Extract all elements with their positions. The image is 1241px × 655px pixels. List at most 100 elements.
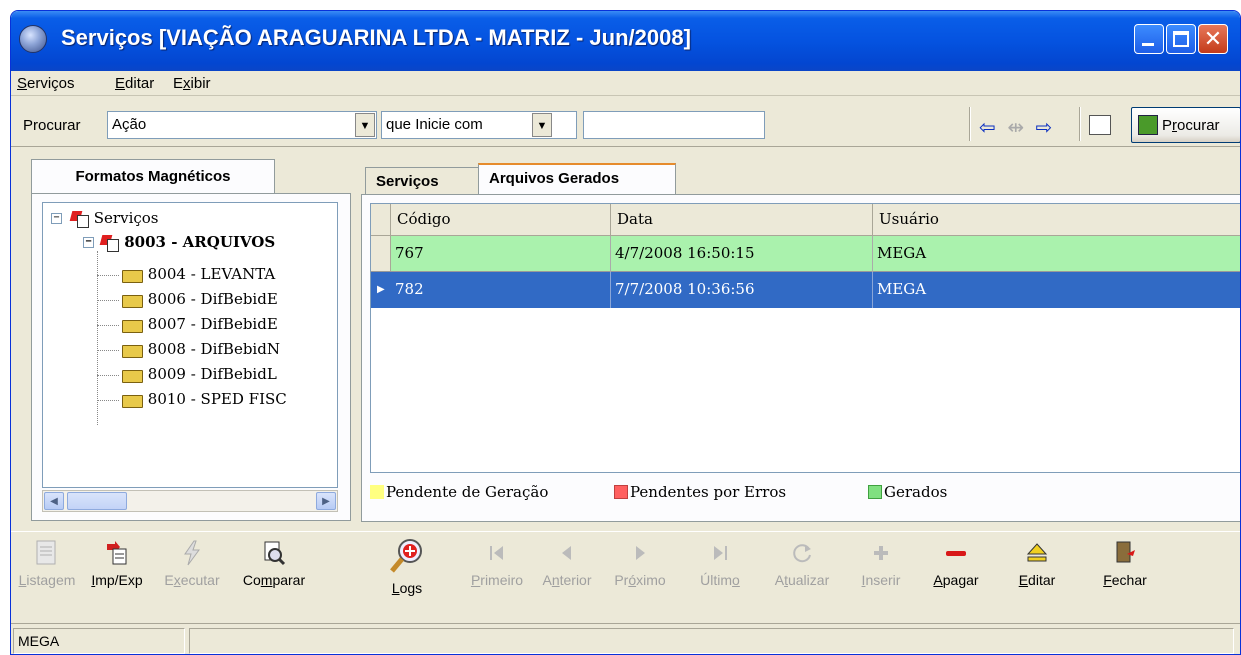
tree-node-root[interactable]: − Serviços bbox=[51, 207, 159, 231]
row-pointer-icon: ▶ bbox=[377, 284, 385, 295]
lightning-icon bbox=[180, 540, 204, 566]
column-header-data[interactable]: Data bbox=[611, 204, 873, 236]
legend-swatch bbox=[614, 485, 628, 499]
listagem-button[interactable]: Listagem bbox=[17, 540, 77, 588]
search-label: Procurar bbox=[23, 117, 81, 134]
atualizar-button[interactable]: Atualizar bbox=[763, 540, 841, 588]
apagar-button[interactable]: Apagar bbox=[923, 540, 989, 588]
main-window: Serviços [VIAÇÃO ARAGUARINA LTDA - MATRI… bbox=[10, 10, 1241, 655]
folder-icon bbox=[121, 268, 143, 283]
tab-formatos-magneticos[interactable]: Formatos Magnéticos bbox=[31, 159, 275, 193]
files-grid: Código Data Usuário 767 4/7/2008 16:50:1… bbox=[370, 203, 1240, 473]
tree-leaf[interactable]: 8008 - DifBebidN bbox=[121, 338, 280, 362]
folder-icon bbox=[121, 318, 143, 333]
left-panel: Formatos Magnéticos − Serviços − 8003 - … bbox=[27, 159, 357, 524]
next-icon bbox=[628, 540, 652, 566]
chevron-down-icon[interactable]: ▼ bbox=[532, 113, 552, 137]
magnifier-plus-icon bbox=[388, 538, 426, 574]
status-panel bbox=[189, 628, 1234, 654]
search-field-select[interactable]: Ação ▼ bbox=[107, 111, 377, 139]
tab-content: Código Data Usuário 767 4/7/2008 16:50:1… bbox=[361, 194, 1240, 522]
first-icon bbox=[485, 540, 509, 566]
refresh-icon bbox=[790, 540, 814, 566]
scrollbar-thumb[interactable] bbox=[67, 492, 127, 510]
grid-header: Código Data Usuário bbox=[371, 204, 1240, 236]
legend-swatch bbox=[370, 485, 384, 499]
tree-leaf[interactable]: 8010 - SPED FISC bbox=[121, 388, 287, 412]
minimize-button[interactable] bbox=[1134, 24, 1164, 54]
legend-gerados: Gerados bbox=[868, 483, 947, 513]
column-header-usuario[interactable]: Usuário bbox=[873, 204, 1240, 236]
folder-icon bbox=[121, 393, 143, 408]
status-user: MEGA bbox=[13, 628, 185, 654]
search-input[interactable] bbox=[583, 111, 765, 139]
app-icon[interactable] bbox=[19, 25, 47, 53]
menu-exibir[interactable]: Exibir bbox=[173, 75, 211, 92]
comparar-button[interactable]: Comparar bbox=[233, 540, 315, 588]
scroll-right-icon[interactable]: ▶ bbox=[316, 492, 336, 510]
title-bar[interactable]: Serviços [VIAÇÃO ARAGUARINA LTDA - MATRI… bbox=[11, 11, 1240, 71]
chevron-down-icon[interactable]: ▼ bbox=[355, 113, 375, 137]
cell-codigo: 767 bbox=[391, 236, 611, 272]
scroll-left-icon[interactable]: ◀ bbox=[44, 492, 64, 510]
menu-servicos[interactable]: Serviços bbox=[17, 75, 75, 92]
form-edit-icon[interactable] bbox=[1089, 115, 1111, 135]
arrow-left-icon[interactable]: ⇦ bbox=[979, 117, 996, 139]
import-export-icon bbox=[71, 211, 89, 228]
table-row[interactable]: 767 4/7/2008 16:50:15 MEGA bbox=[371, 236, 1240, 272]
arrow-right-icon[interactable]: ⇨ bbox=[1036, 117, 1053, 139]
nav-arrows: ⇦ ⇹ ⇨ bbox=[979, 115, 1058, 140]
import-export-icon bbox=[105, 540, 129, 566]
table-row-selected[interactable]: ▶ 782 7/7/2008 10:36:56 MEGA bbox=[371, 272, 1240, 308]
column-header-codigo[interactable]: Código bbox=[391, 204, 611, 236]
executar-button[interactable]: Executar bbox=[155, 540, 229, 588]
fechar-button[interactable]: Fechar bbox=[1095, 540, 1155, 588]
door-exit-icon bbox=[1113, 540, 1137, 566]
logs-button[interactable]: Logs bbox=[383, 538, 431, 596]
imp-exp-button[interactable]: Imp/Exp bbox=[85, 540, 149, 588]
anterior-button[interactable]: Anterior bbox=[535, 540, 599, 588]
folder-icon bbox=[121, 293, 143, 308]
report-icon bbox=[35, 540, 59, 566]
tab-servicos[interactable]: Serviços bbox=[365, 167, 479, 195]
tree-node-8003[interactable]: − 8003 - ARQUIVOS bbox=[83, 231, 275, 255]
eject-icon bbox=[1025, 540, 1049, 566]
editar-button[interactable]: Editar bbox=[1011, 540, 1063, 588]
collapse-icon[interactable]: − bbox=[83, 237, 94, 248]
menu-editar[interactable]: Editar bbox=[115, 75, 154, 92]
collapse-icon[interactable]: − bbox=[51, 213, 62, 224]
legend-swatch bbox=[868, 485, 882, 499]
import-export-icon bbox=[101, 235, 119, 252]
last-icon bbox=[708, 540, 732, 566]
previous-icon bbox=[555, 540, 579, 566]
legend-erros: Pendentes por Erros bbox=[614, 483, 786, 513]
horizontal-scrollbar[interactable]: ◀ ▶ bbox=[42, 490, 338, 512]
tree-leaf[interactable]: 8006 - DifBebidE bbox=[121, 288, 278, 312]
cell-data: 4/7/2008 16:50:15 bbox=[611, 236, 873, 272]
cell-usuario: MEGA bbox=[877, 244, 927, 262]
search-mode-select[interactable]: que Inicie com ▼ bbox=[381, 111, 577, 139]
tree-leaf[interactable]: 8004 - LEVANTA bbox=[121, 263, 275, 287]
proximo-button[interactable]: Próximo bbox=[607, 540, 673, 588]
legend-pendente: Pendente de Geração bbox=[370, 483, 548, 513]
inserir-button[interactable]: Inserir bbox=[853, 540, 909, 588]
right-panel: Serviços Arquivos Gerados Código Data Us… bbox=[361, 159, 1240, 524]
tree-container: − Serviços − 8003 - ARQUIVOS 8004 - LEVA… bbox=[31, 193, 351, 521]
binoculars-icon bbox=[1138, 115, 1158, 135]
search-mode-value: que Inicie com bbox=[386, 116, 483, 133]
tree-leaf[interactable]: 8009 - DifBebidL bbox=[121, 363, 277, 387]
maximize-icon bbox=[1173, 31, 1189, 47]
search-field-value: Ação bbox=[112, 116, 147, 133]
menu-bar: Serviços Editar Exibir bbox=[11, 71, 1240, 96]
tree-leaf[interactable]: 8007 - DifBebidE bbox=[121, 313, 278, 337]
cell-data: 7/7/2008 10:36:56 bbox=[611, 272, 873, 308]
cell-usuario: MEGA bbox=[877, 280, 927, 298]
primeiro-button[interactable]: Primeiro bbox=[467, 540, 527, 588]
maximize-button[interactable] bbox=[1166, 24, 1196, 54]
folder-icon bbox=[121, 343, 143, 358]
ultimo-button[interactable]: Último bbox=[691, 540, 749, 588]
search-button[interactable]: Procurar bbox=[1131, 107, 1240, 143]
minus-icon bbox=[944, 540, 968, 566]
close-window-button[interactable]: ✕ bbox=[1198, 24, 1228, 54]
tab-arquivos-gerados[interactable]: Arquivos Gerados bbox=[478, 163, 676, 195]
